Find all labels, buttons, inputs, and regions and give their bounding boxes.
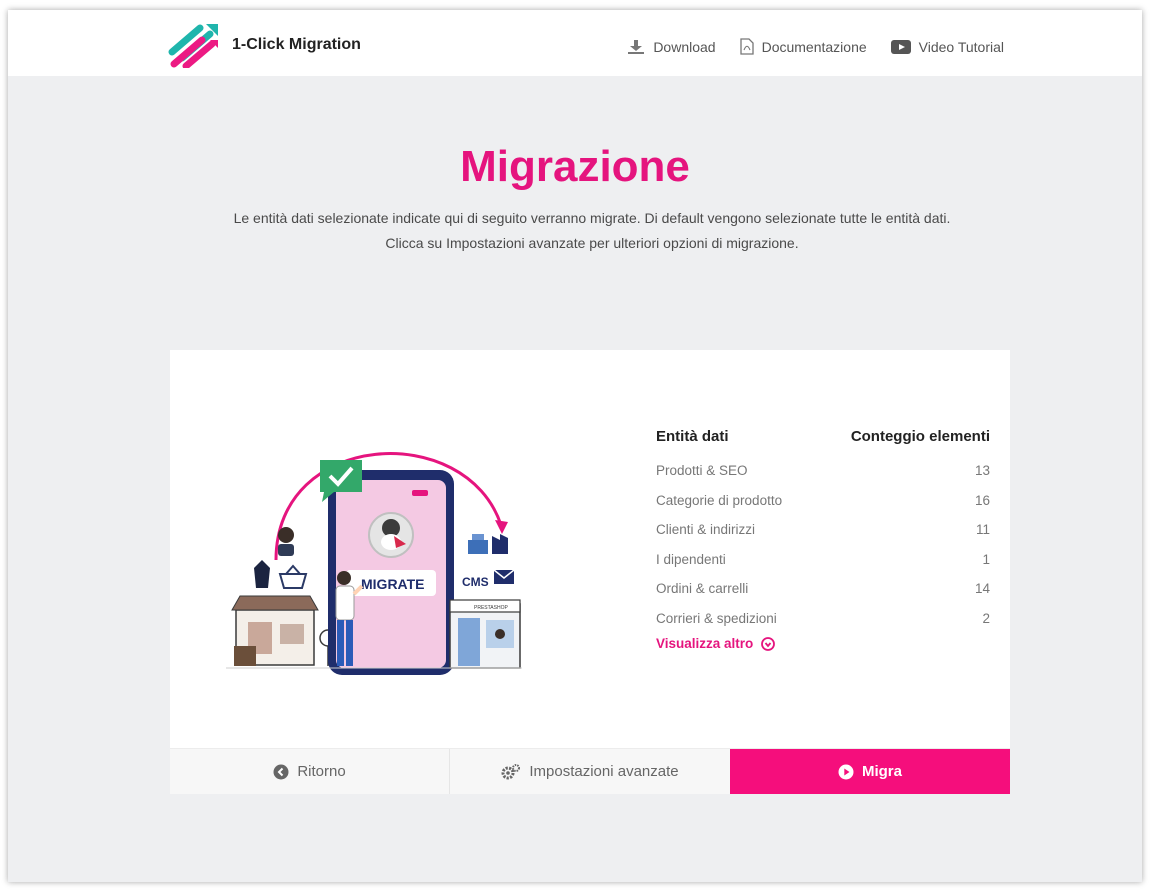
nav-video-tutorial-label: Video Tutorial	[918, 38, 1004, 55]
table-row: Clienti & indirizzi 11	[656, 515, 990, 545]
entity-name: Prodotti & SEO	[656, 463, 748, 479]
entity-name: Clienti & indirizzi	[656, 522, 756, 538]
table-row: I dipendenti 1	[656, 545, 990, 575]
migrate-button[interactable]: Migra	[730, 749, 1010, 794]
back-label: Ritorno	[297, 763, 346, 780]
customer-icon	[278, 527, 294, 556]
column-entity: Entità dati	[656, 428, 729, 445]
register-icon	[468, 534, 488, 554]
play-circle-icon	[838, 764, 854, 779]
page-title: Migrazione	[460, 142, 690, 191]
brand-name: 1-Click Migration	[232, 36, 361, 53]
table-row: Prodotti & SEO 13	[656, 456, 990, 486]
entity-count: 14	[974, 581, 990, 597]
entity-name: Corrieri & spedizioni	[656, 610, 777, 626]
gears-icon	[501, 763, 521, 779]
store-label: PRESTASHOP	[474, 605, 508, 611]
table-row: Ordini & carrelli 14	[656, 574, 990, 604]
migration-illustration: MIGRATE CMS PRESTASHOP	[226, 452, 522, 675]
column-count: Conteggio elementi	[850, 428, 990, 445]
show-more-label: Visualizza altro	[656, 636, 754, 651]
logo-icon	[168, 24, 218, 68]
arrow-left-circle-icon	[273, 764, 289, 779]
migration-card: MIGRATE CMS PRESTASHOP Entità dati Conte…	[170, 350, 1010, 794]
nav-documentation-label: Documentazione	[761, 38, 867, 55]
data-entities-table: Entità dati Conteggio elementi Prodotti …	[656, 428, 990, 651]
factory-icon	[492, 534, 508, 554]
entity-name: Ordini & carrelli	[656, 581, 749, 597]
advanced-settings-label: Impostazioni avanzate	[529, 763, 679, 780]
entity-name: Categorie di prodotto	[656, 492, 783, 508]
nav-video-tutorial[interactable]: Video Tutorial	[890, 38, 1004, 55]
arrow-down-circle-icon	[761, 636, 776, 651]
download-icon	[628, 39, 645, 54]
table-header: Entità dati Conteggio elementi	[656, 428, 990, 445]
nav-download-label: Download	[653, 38, 716, 55]
youtube-icon	[890, 39, 911, 54]
advanced-settings-button[interactable]: Impostazioni avanzate	[450, 749, 730, 794]
migrate-label: Migra	[861, 763, 902, 780]
top-bar: 1-Click Migration Download Documentazion…	[8, 10, 1142, 76]
entity-count: 1	[982, 551, 990, 567]
pdf-icon	[739, 38, 754, 55]
mail-icon	[493, 569, 515, 584]
store-left-icon	[231, 595, 337, 666]
table-row: Categorie di prodotto 16	[656, 486, 990, 516]
entity-count: 11	[975, 522, 990, 538]
app-window: 1-Click Migration Download Documentazion…	[8, 10, 1142, 882]
basket-icon	[278, 564, 308, 589]
back-button[interactable]: Ritorno	[170, 749, 450, 794]
dress-icon	[254, 560, 270, 588]
nav-documentation[interactable]: Documentazione	[739, 38, 867, 55]
action-bar: Ritorno Impostazioni avanzate Migra	[170, 748, 1010, 794]
entity-count: 2	[982, 610, 990, 626]
entity-name: I dipendenti	[656, 551, 726, 567]
page-description: Le entità dati selezionate indicate qui …	[208, 206, 976, 256]
phone-label: MIGRATE	[361, 576, 425, 592]
description-line-2: Clicca su Impostazioni avanzate per ulte…	[385, 235, 799, 251]
table-row: Corrieri & spedizioni 2	[656, 604, 990, 634]
cms-label: CMS	[462, 575, 489, 589]
store-right-icon: PRESTASHOP	[449, 599, 521, 669]
description-line-1: Le entità dati selezionate indicate qui …	[233, 210, 951, 226]
nav-download[interactable]: Download	[627, 38, 716, 55]
entity-count: 16	[974, 492, 990, 508]
entity-count: 13	[974, 463, 990, 479]
show-more-link[interactable]: Visualizza altro	[656, 636, 990, 651]
top-nav: Download Documentazione Video Tutorial	[627, 38, 1004, 55]
